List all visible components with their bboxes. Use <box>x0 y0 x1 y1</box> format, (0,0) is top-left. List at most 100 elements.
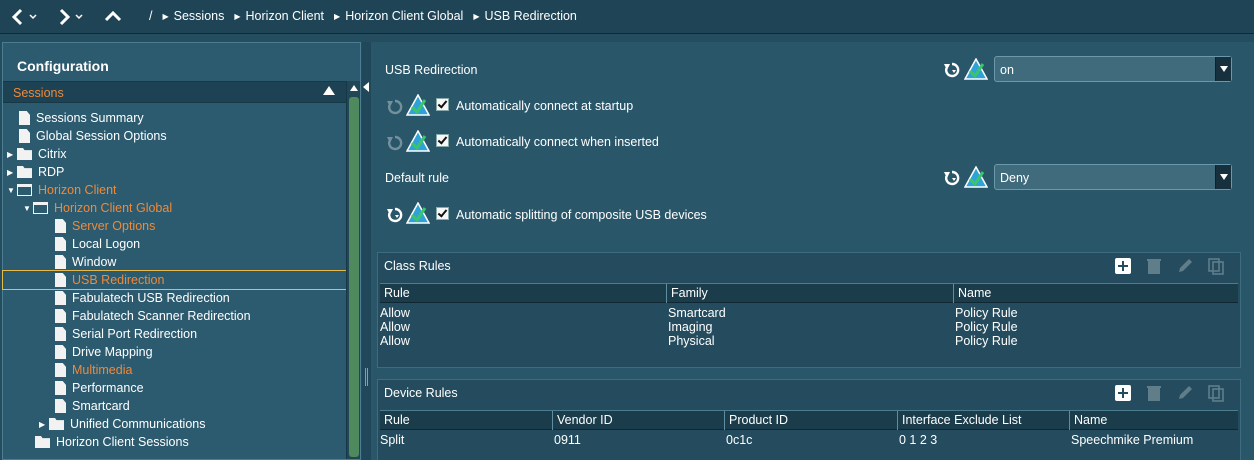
expand-arrow-icon[interactable]: ▶ <box>39 420 49 429</box>
breadcrumb-usb-redirection[interactable]: ▶ USB Redirection <box>473 9 577 23</box>
tree-item-horizon-client-global[interactable]: ▼ Horizon Client Global <box>23 199 172 217</box>
collapse-up-icon[interactable] <box>323 86 335 95</box>
tree-item-smartcard[interactable]: Smartcard <box>55 397 130 415</box>
dropdown-arrow-icon[interactable] <box>1215 57 1231 81</box>
back-button[interactable] <box>10 6 40 28</box>
policy-icon[interactable] <box>964 58 988 80</box>
tree-item-performance[interactable]: Performance <box>55 379 144 397</box>
cell-family: Imaging <box>668 320 713 334</box>
copy-rule-icon[interactable] <box>1207 257 1225 275</box>
tree-item-label: Horizon Client Sessions <box>56 435 189 449</box>
splitter-grip[interactable] <box>365 368 368 386</box>
policy-icon[interactable] <box>406 94 430 116</box>
column-header-vendor-id[interactable]: Vendor ID <box>552 411 724 430</box>
column-header-interface-exclude-list[interactable]: Interface Exclude List <box>897 411 1069 430</box>
tree-item-server-options[interactable]: Server Options <box>55 217 155 235</box>
edit-rule-icon[interactable] <box>1176 384 1194 402</box>
column-header-family[interactable]: Family <box>666 284 953 303</box>
tree-item-fabulatech-scanner-redirection[interactable]: Fabulatech Scanner Redirection <box>55 307 251 325</box>
policy-icon[interactable] <box>406 130 430 152</box>
collapse-arrow-icon[interactable]: ▼ <box>7 186 17 195</box>
folder-icon <box>17 166 32 178</box>
tree-item-sessions-summary[interactable]: Sessions Summary <box>19 109 144 127</box>
auto-connect-startup-label: Automatically connect at startup <box>456 99 634 113</box>
tree-item-label: Performance <box>72 381 144 395</box>
folder-icon <box>35 436 50 448</box>
document-icon <box>55 309 66 323</box>
reset-icon[interactable] <box>942 60 962 80</box>
configuration-panel: Configuration Sessions Sessions Summary … <box>2 42 361 460</box>
usb-redirection-select[interactable]: on <box>994 56 1232 82</box>
tree-item-multimedia[interactable]: Multimedia <box>55 361 132 379</box>
tree-item-global-session-options[interactable]: Global Session Options <box>19 127 167 145</box>
table-row[interactable]: Split 0911 0c1c 0 1 2 3 Speechmike Premi… <box>380 433 1238 447</box>
edit-rule-icon[interactable] <box>1176 257 1194 275</box>
tree-item-citrix[interactable]: ▶ Citrix <box>7 145 66 163</box>
table-row[interactable]: Allow Smartcard Policy Rule <box>380 306 1238 320</box>
collapse-left-arrow-icon[interactable] <box>363 82 369 92</box>
open-folder-icon <box>33 202 48 214</box>
breadcrumb-label: Horizon Client <box>245 9 325 23</box>
tree-item-label: Drive Mapping <box>72 345 153 359</box>
tree-item-window[interactable]: Window <box>55 253 116 271</box>
column-header-rule[interactable]: Rule <box>380 411 552 430</box>
document-icon <box>19 129 30 143</box>
document-icon <box>55 363 66 377</box>
column-header-name[interactable]: Name <box>1069 411 1238 430</box>
scrollbar-thumb[interactable] <box>349 97 359 457</box>
reset-icon[interactable] <box>385 205 405 225</box>
column-header-name[interactable]: Name <box>953 284 1238 303</box>
tree-item-fabulatech-usb-redirection[interactable]: Fabulatech USB Redirection <box>55 289 230 307</box>
breadcrumb-sessions[interactable]: ▶ Sessions <box>162 9 224 23</box>
document-icon <box>55 273 66 287</box>
cell-name: Policy Rule <box>955 334 1018 348</box>
sessions-header[interactable]: Sessions <box>3 81 346 103</box>
auto-connect-inserted-checkbox[interactable] <box>436 134 449 147</box>
forward-button[interactable] <box>56 6 86 28</box>
cell-family: Physical <box>668 334 715 348</box>
reset-icon[interactable] <box>942 168 962 188</box>
column-header-product-id[interactable]: Product ID <box>724 411 897 430</box>
expand-arrow-icon[interactable]: ▶ <box>7 168 17 177</box>
delete-rule-icon[interactable] <box>1145 257 1163 275</box>
dropdown-arrow-icon[interactable] <box>1215 165 1231 189</box>
tree-item-horizon-client-sessions[interactable]: Horizon Client Sessions <box>35 433 189 451</box>
tree-item-label: Fabulatech Scanner Redirection <box>72 309 251 323</box>
breadcrumb-root[interactable]: / <box>149 9 152 23</box>
auto-split-checkbox[interactable] <box>436 207 449 220</box>
cell-rule: Allow <box>380 320 410 334</box>
document-icon <box>55 381 66 395</box>
breadcrumb-horizon-client-global[interactable]: ▶ Horizon Client Global <box>334 9 463 23</box>
tree-item-rdp[interactable]: ▶ RDP <box>7 163 64 181</box>
tree-item-unified-communications[interactable]: ▶ Unified Communications <box>39 415 205 433</box>
scroll-up-arrow-icon[interactable] <box>350 85 358 91</box>
cell-name: Speechmike Premium <box>1071 433 1194 447</box>
auto-connect-startup-checkbox[interactable] <box>436 98 449 111</box>
expand-arrow-icon[interactable]: ▶ <box>7 150 17 159</box>
default-rule-select[interactable]: Deny <box>994 164 1232 190</box>
delete-rule-icon[interactable] <box>1145 384 1163 402</box>
tree-item-drive-mapping[interactable]: Drive Mapping <box>55 343 153 361</box>
configuration-title: Configuration <box>17 58 109 74</box>
tree-item-serial-port-redirection[interactable]: Serial Port Redirection <box>55 325 197 343</box>
tree-scrollbar[interactable] <box>346 81 360 459</box>
tree-item-horizon-client[interactable]: ▼ Horizon Client <box>7 181 117 199</box>
copy-rule-icon[interactable] <box>1207 384 1225 402</box>
add-rule-icon[interactable] <box>1114 257 1132 275</box>
panel-splitter[interactable] <box>362 42 371 460</box>
up-button[interactable] <box>102 6 124 28</box>
add-rule-icon[interactable] <box>1114 384 1132 402</box>
device-rules-section: Device Rules Rule Vendor ID Product ID I… <box>377 379 1241 460</box>
column-header-rule[interactable]: Rule <box>380 284 666 303</box>
tree-item-usb-redirection[interactable]: USB Redirection <box>2 270 347 290</box>
tree-item-label: Serial Port Redirection <box>72 327 198 341</box>
cell-rule: Allow <box>380 334 410 348</box>
tree-item-local-logon[interactable]: Local Logon <box>55 235 140 253</box>
policy-icon[interactable] <box>406 202 430 224</box>
breadcrumb-horizon-client[interactable]: ▶ Horizon Client <box>234 9 324 23</box>
policy-icon[interactable] <box>964 166 988 188</box>
breadcrumb-label: USB Redirection <box>484 9 577 23</box>
table-row[interactable]: Allow Physical Policy Rule <box>380 334 1238 348</box>
collapse-arrow-icon[interactable]: ▼ <box>23 204 33 213</box>
table-row[interactable]: Allow Imaging Policy Rule <box>380 320 1238 334</box>
